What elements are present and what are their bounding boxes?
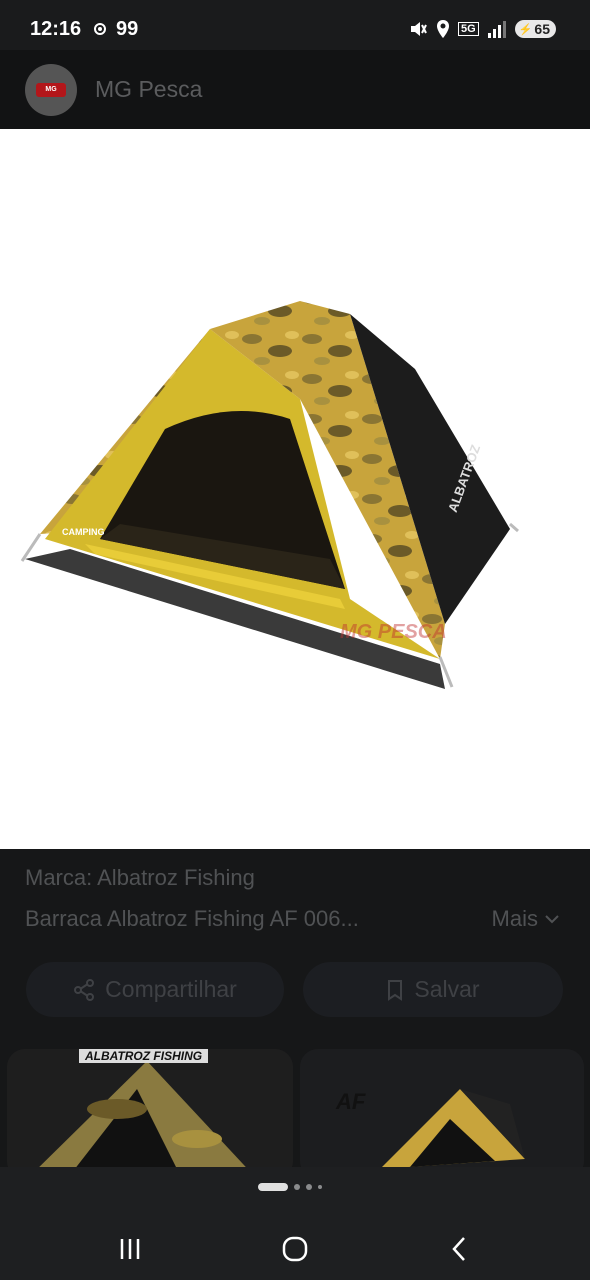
- thumb-caption-2: AF: [336, 1089, 366, 1114]
- share-label: Compartilhar: [105, 976, 237, 1002]
- source-header[interactable]: MG MG Pesca: [0, 50, 590, 129]
- related-image-1[interactable]: ALBATROZ FISHING: [7, 1049, 293, 1179]
- more-label: Mais: [491, 906, 538, 931]
- status-icons: 5G ⚡ 65: [408, 17, 556, 41]
- status-time: 12:16: [30, 18, 82, 40]
- battery-indicator: ⚡ 65: [514, 20, 556, 38]
- related-image-2[interactable]: AF: [300, 1049, 584, 1179]
- brand-text: Marca: Albatroz Fishing: [25, 865, 255, 890]
- tent-image: [20, 301, 519, 689]
- site-name[interactable]: MG Pesca: [95, 76, 202, 103]
- system-nav-bar: [0, 1219, 590, 1279]
- site-avatar[interactable]: MG: [25, 64, 77, 116]
- more-button[interactable]: Mais: [492, 906, 560, 932]
- pager-dot[interactable]: [306, 1184, 312, 1190]
- bottom-sheet: [0, 1167, 590, 1280]
- thumb-caption-1: ALBATROZ FISHING: [79, 1049, 209, 1063]
- save-label: Salvar: [414, 976, 480, 1002]
- home-icon: [282, 1236, 308, 1262]
- bookmark-icon: [388, 979, 403, 1001]
- share-button[interactable]: Compartilhar: [26, 962, 284, 1017]
- pager-dot[interactable]: [294, 1184, 300, 1190]
- recents-icon: [120, 1239, 140, 1259]
- site-logo: MG: [36, 83, 66, 97]
- location-pin-icon: [437, 20, 450, 38]
- signal-icon: [487, 21, 506, 38]
- camping-mark: CAMPING: [62, 527, 105, 537]
- status-bar: 12:16 99 5G ⚡ 65: [0, 0, 590, 50]
- back-button[interactable]: [440, 1229, 480, 1269]
- back-icon: [452, 1237, 465, 1261]
- pager-dot[interactable]: [318, 1185, 322, 1189]
- watermark: MG PESCA: [340, 621, 447, 643]
- battery-level: 65: [534, 21, 550, 37]
- share-icon: [74, 978, 95, 1001]
- mute-icon: [411, 22, 427, 36]
- recents-button[interactable]: [110, 1229, 150, 1269]
- product-info: Marca: Albatroz Fishing Barraca Albatroz…: [0, 849, 590, 1179]
- network-label: 5G: [458, 22, 479, 36]
- save-button[interactable]: Salvar: [303, 962, 563, 1017]
- home-button[interactable]: [275, 1229, 315, 1269]
- thumb-tent-1: [7, 1049, 293, 1179]
- location-icon: [94, 23, 106, 35]
- chevron-down-icon: [545, 915, 559, 924]
- product-image[interactable]: ALBATROZ MG PESCA CAMPING: [0, 129, 590, 849]
- pager-dot-active[interactable]: [258, 1183, 288, 1191]
- notification-count: 99: [116, 18, 139, 40]
- product-title[interactable]: Barraca Albatroz Fishing AF 006...: [25, 906, 359, 932]
- carousel-pager[interactable]: [258, 1183, 322, 1191]
